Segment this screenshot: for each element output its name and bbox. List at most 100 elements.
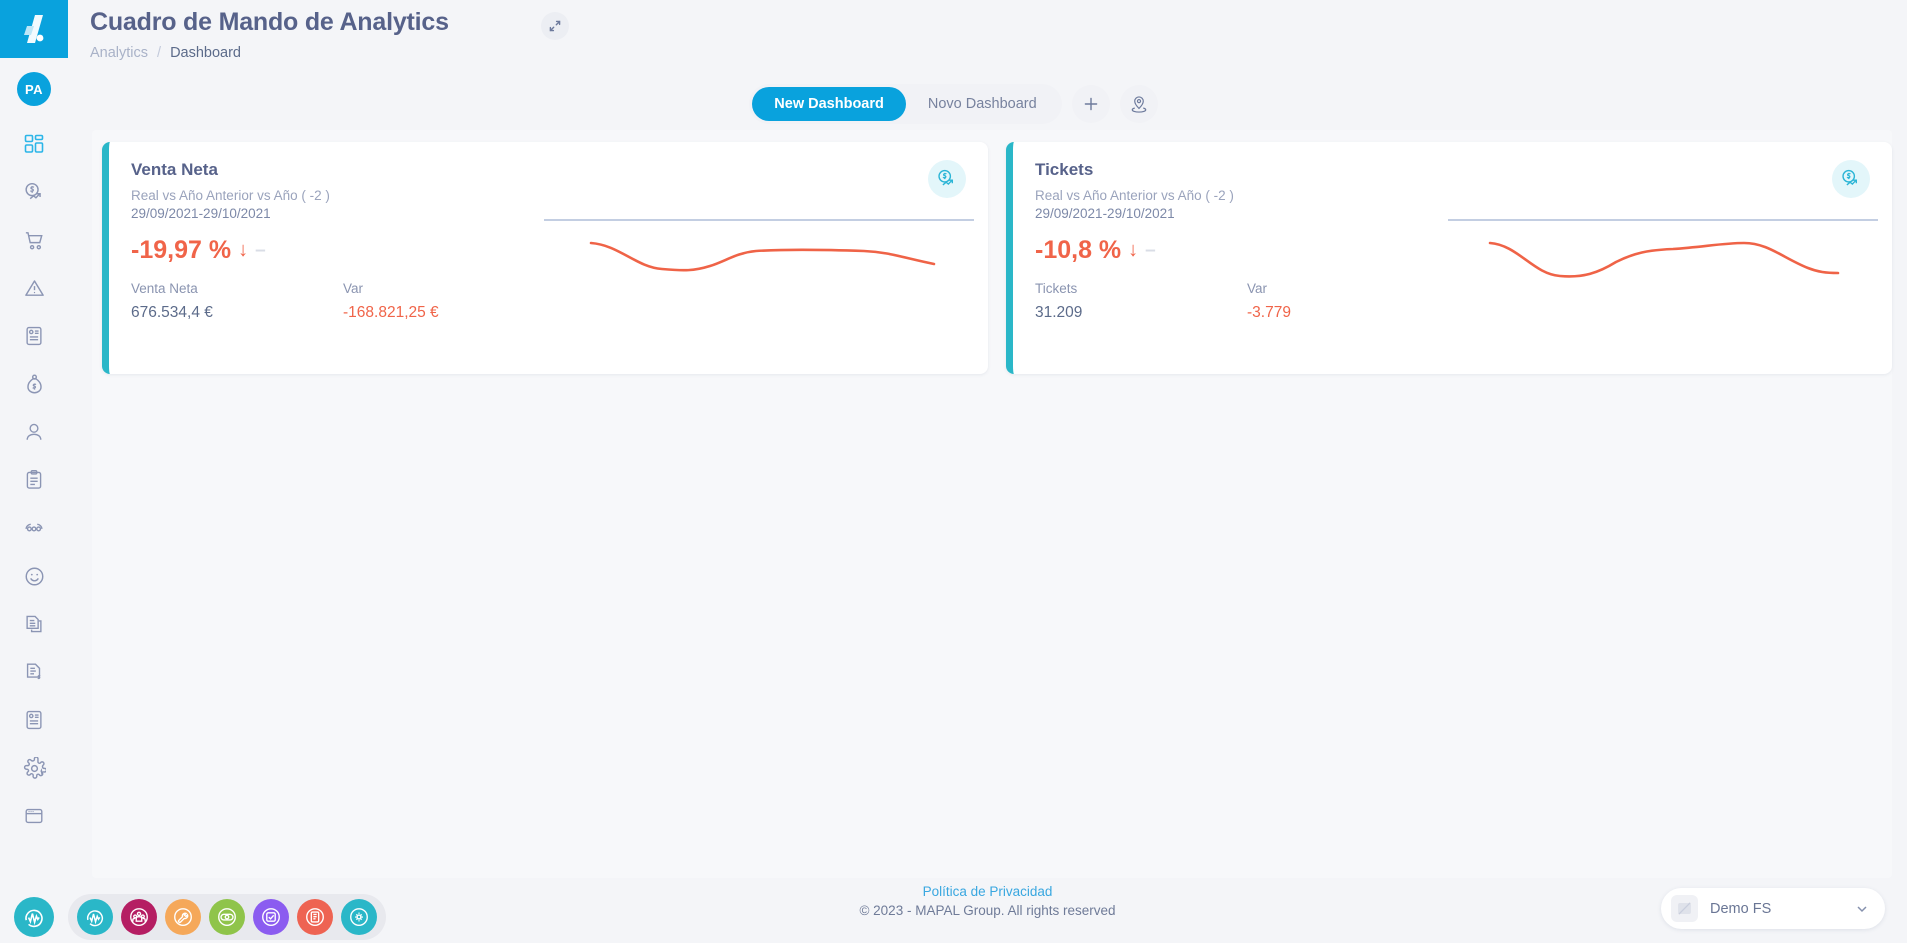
kpi-card-venta-neta[interactable]: Venta Neta Real vs Año Anterior vs Año (… [102, 142, 988, 374]
metric-variation: Var -3.779 [1247, 281, 1459, 322]
card-subtitle: Real vs Año Anterior vs Año ( -2 ) [131, 188, 330, 203]
dock-app-maintenance[interactable] [165, 898, 201, 935]
metric-label: Var [1247, 281, 1268, 297]
sidebar-item-documents[interactable] [0, 600, 68, 648]
gear-settings-icon [23, 756, 46, 779]
expand-button[interactable] [541, 12, 569, 40]
sales-growth-icon [24, 182, 41, 199]
metric-primary: Tickets 31.209 [1035, 281, 1247, 322]
expand-diagonal-icon [549, 20, 561, 32]
sidebar-item-people[interactable] [0, 408, 68, 456]
add-dashboard-button[interactable] [1071, 85, 1110, 123]
dock-app-settings[interactable] [341, 898, 377, 935]
mapal-pulse-icon [25, 909, 43, 927]
smiley-face-icon [25, 567, 43, 585]
breadcrumb-analytics[interactable]: Analytics [90, 45, 148, 61]
sales-growth-icon [1842, 169, 1858, 186]
dock-app-list [68, 893, 386, 940]
metric-value: -168.821,25 € [343, 304, 439, 322]
tab-new-dashboard[interactable]: New Dashboard [752, 87, 906, 121]
sidebar-nav [0, 120, 68, 840]
sidebar-item-network[interactable] [0, 504, 68, 552]
sidebar-item-receipts[interactable] [0, 696, 68, 744]
sidebar-item-sales[interactable] [0, 168, 68, 216]
sales-growth-icon [938, 169, 954, 186]
card-metrics: Tickets 31.209 Var -3.779 [1035, 281, 1459, 322]
checkbox-task-icon [262, 907, 280, 926]
dock-app-home[interactable] [14, 896, 54, 937]
organization-select[interactable]: Demo FS [1661, 888, 1885, 929]
documents-copy-icon [26, 615, 42, 633]
sidebar-item-invoices[interactable] [0, 312, 68, 360]
people-group-icon [130, 907, 148, 926]
metric-variation: Var -168.821,25 € [343, 281, 555, 322]
dock-app-checklist[interactable] [253, 898, 289, 935]
clipboard-list-icon [26, 469, 42, 489]
tab-novo-dashboard[interactable]: Novo Dashboard [906, 87, 1059, 121]
app-root: PA Cuadro de Mando de Analytics Analytic… [0, 0, 1907, 943]
sidebar-item-settings[interactable] [0, 744, 68, 792]
image-placeholder-icon [1678, 902, 1691, 915]
kpi-trend-down-icon: ↓ [1128, 239, 1139, 262]
tab-group: New Dashboard Novo Dashboard [749, 84, 1062, 124]
invoice-document-icon [26, 326, 42, 346]
card-body: Venta Neta Real vs Año Anterior vs Año (… [131, 160, 555, 322]
mapal-pulse-icon [86, 909, 104, 926]
dock-app-finance[interactable] [209, 898, 245, 935]
card-subtitle: Real vs Año Anterior vs Año ( -2 ) [1035, 188, 1234, 203]
dock-app-people[interactable] [121, 898, 157, 935]
page-header: Cuadro de Mando de Analytics Analytics /… [68, 0, 1907, 78]
sparkline-series-real [1488, 241, 1840, 278]
chevron-down-icon[interactable] [1855, 902, 1869, 916]
sidebar-item-dashboard[interactable] [0, 120, 68, 168]
sidebar-item-purchases[interactable] [0, 216, 68, 264]
card-kpi: -19,97 % ↓ – [131, 236, 555, 265]
sidebar-item-financial-docs[interactable] [0, 648, 68, 696]
card-title: Venta Neta [131, 160, 218, 179]
dock-app-analytics[interactable] [77, 898, 113, 935]
network-nodes-icon [25, 523, 43, 532]
card-kpi: -10,8 % ↓ – [1035, 236, 1459, 265]
dock-home-button[interactable] [0, 896, 68, 937]
metric-primary: Venta Neta 676.534,4 € [131, 281, 343, 322]
sidebar: PA [0, 0, 68, 943]
wrench-tool-icon [174, 907, 192, 926]
kpi-dash: – [255, 239, 266, 261]
sidebar-item-feedback[interactable] [0, 552, 68, 600]
location-pin-icon [1131, 96, 1147, 113]
card-date-range: 29/09/2021-29/10/2021 [1035, 206, 1175, 222]
breadcrumb-separator: / [157, 45, 162, 61]
money-cash-icon [218, 907, 236, 926]
sidebar-item-alerts[interactable] [0, 264, 68, 312]
location-filter-button[interactable] [1119, 85, 1158, 123]
card-metric-badge[interactable] [1832, 160, 1870, 198]
dashboard-grid-icon [24, 134, 44, 153]
alert-triangle-icon [24, 279, 44, 296]
user-person-icon [26, 423, 42, 440]
mapal-logo-icon [24, 15, 44, 43]
metric-label: Venta Neta [131, 281, 198, 297]
sidebar-item-tasks[interactable] [0, 456, 68, 504]
breadcrumb: Analytics / Dashboard [90, 45, 241, 61]
page-title: Cuadro de Mando de Analytics [90, 8, 449, 36]
kpi-value: -10,8 % [1035, 236, 1122, 265]
metric-value: 676.534,4 € [131, 304, 213, 322]
book-document-icon [306, 907, 324, 926]
gear-cog-icon [350, 907, 368, 926]
dashboard-tabbar: New Dashboard Novo Dashboard [0, 84, 1907, 124]
metric-label: Var [343, 281, 364, 297]
dashboard-canvas: Venta Neta Real vs Año Anterior vs Año (… [92, 130, 1892, 878]
kpi-card-tickets[interactable]: Tickets Real vs Año Anterior vs Año ( -2… [1006, 142, 1892, 374]
card-body: Tickets Real vs Año Anterior vs Año ( -2… [1035, 160, 1459, 322]
app-logo[interactable] [0, 0, 68, 58]
card-metric-badge[interactable] [928, 160, 966, 198]
document-dollar-icon [26, 663, 41, 680]
sidebar-item-portal[interactable] [0, 792, 68, 840]
metric-label: Tickets [1035, 281, 1078, 297]
metric-value: -3.779 [1247, 304, 1291, 322]
kpi-value: -19,97 % [131, 236, 232, 265]
dock-app-library[interactable] [297, 898, 333, 935]
breadcrumb-dashboard: Dashboard [170, 45, 241, 61]
money-bag-icon [26, 373, 42, 393]
sidebar-item-costs[interactable] [0, 360, 68, 408]
